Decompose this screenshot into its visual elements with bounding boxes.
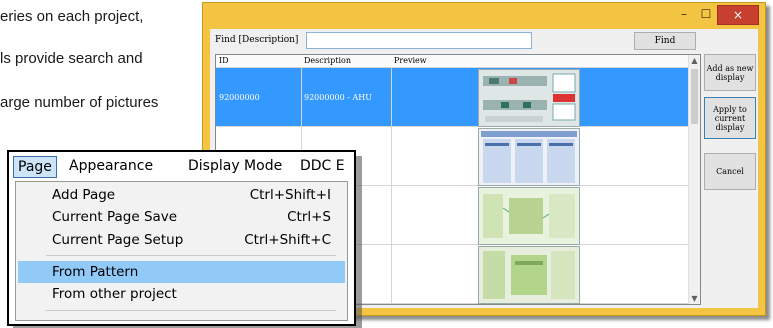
menu-appearance[interactable]: Appearance [69,156,153,176]
title-bar[interactable]: – ☐ × [203,3,765,29]
grid-row-selected[interactable]: 92000000 92000000 - AHU [216,68,688,127]
maximize-button[interactable]: ☐ [695,5,717,23]
find-button[interactable]: Find [634,32,696,50]
minimize-button[interactable]: – [673,5,695,23]
grid-header: ID Description Preview [216,55,688,68]
doc-text-line-3: arge number of pictures [0,94,159,111]
preview-thumbnail-chart [478,246,580,304]
menu-item-label: From other project [52,286,177,302]
scroll-down-icon[interactable]: ▼ [689,293,700,304]
menu-item-label: Add Page [52,187,116,203]
menu-display-mode[interactable]: Display Mode [188,156,282,176]
column-divider [391,245,392,303]
menu-page[interactable]: Page [13,156,57,178]
menu-separator [46,255,336,256]
menu-item-shortcut: Ctrl+Shift+I [249,187,331,203]
menu-item-from-pattern[interactable]: From Pattern [18,261,345,283]
add-as-new-display-button[interactable]: Add as new display [704,54,756,91]
column-header-description[interactable]: Description [304,56,351,65]
column-header-preview[interactable]: Preview [394,56,427,65]
column-divider [391,186,392,244]
preview-thumbnail-ahu-setting [478,128,580,186]
preview-thumbnail-ahu [478,69,580,127]
row-id: 92000000 [219,93,260,102]
menu-item-label: Current Page Save [52,209,178,225]
scroll-thumb[interactable] [691,69,698,124]
cancel-button[interactable]: Cancel [704,153,756,190]
column-header-id[interactable]: ID [219,56,229,65]
column-divider [391,127,392,185]
page-dropdown: Add Page Ctrl+Shift+I Current Page Save … [15,181,348,321]
column-divider [301,68,302,126]
menu-item-add-page[interactable]: Add Page Ctrl+Shift+I [18,184,345,206]
find-label: Find [Description] [215,35,299,45]
menu-separator [46,310,336,311]
menu-item-current-page-setup[interactable]: Current Page Setup Ctrl+Shift+C [18,229,345,251]
page-menu-callout: Page Appearance Display Mode DDC E Add P… [7,150,356,326]
menu-ddc[interactable]: DDC E [300,156,345,176]
menu-bar: Page Appearance Display Mode DDC E [9,152,354,180]
preview-thumbnail-chart [478,187,580,245]
menu-item-label: From Pattern [52,264,139,280]
menu-item-from-other-project[interactable]: From other project [18,283,345,305]
menu-item-shortcut: Ctrl+S [287,209,331,225]
menu-item-label: Current Page Setup [52,232,184,248]
doc-text-line-1: eries on each project, [0,8,144,25]
doc-text-line-2: ls provide search and [0,50,143,67]
column-divider [391,68,392,126]
apply-to-current-display-button[interactable]: Apply to current display [704,97,756,139]
scroll-up-icon[interactable]: ▲ [689,55,700,66]
grid-vertical-scrollbar[interactable]: ▲ ▼ [688,55,700,304]
menu-item-current-page-save[interactable]: Current Page Save Ctrl+S [18,206,345,228]
find-input[interactable] [306,32,532,49]
close-button[interactable]: × [717,5,759,25]
row-description: 92000000 - AHU [304,93,373,102]
menu-item-shortcut: Ctrl+Shift+C [244,232,331,248]
